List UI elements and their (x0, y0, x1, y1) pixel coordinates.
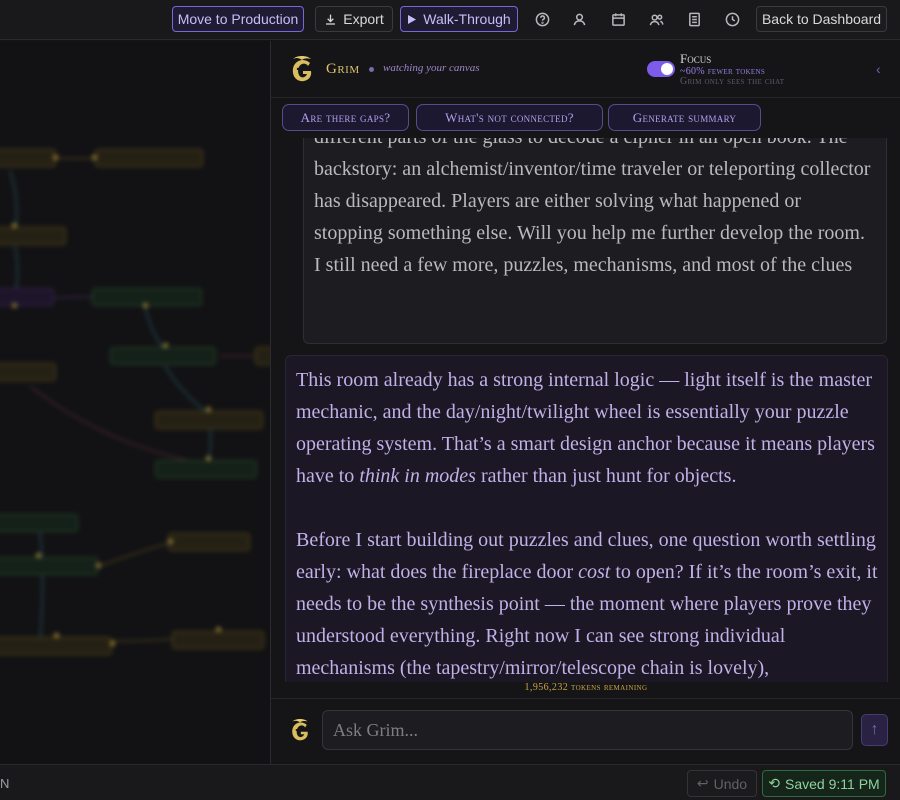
text-run: rather than just hunt for objects. (475, 465, 737, 487)
top-toolbar: Move to Production Export Walk-Through B… (0, 0, 900, 40)
back-to-dashboard-button[interactable]: Back to Dashboard (756, 6, 887, 32)
chip-label: What's not connected? (445, 109, 574, 125)
back-to-dashboard-label: Back to Dashboard (761, 11, 882, 27)
export-button[interactable]: Export (315, 6, 393, 32)
saved-status: ⟲ Saved 9:11 PM (762, 770, 886, 797)
chat-input-bar: ↑ (271, 698, 900, 764)
canvas-node (155, 411, 263, 429)
bottom-status-bar: N ↩ Undo ⟲ Saved 9:11 PM (0, 764, 900, 800)
assistant-panel: Grim watching your canvas Focus ~60% few… (270, 41, 900, 764)
saved-label: Saved 9:11 PM (785, 775, 880, 792)
assistant-message-text: This room already has a strong internal … (296, 364, 881, 682)
canvas-node (255, 347, 270, 365)
status-text: N (0, 776, 10, 791)
export-label: Export (343, 11, 384, 27)
download-icon (326, 14, 336, 25)
canvas-node (0, 149, 56, 167)
move-to-production-label: Move to Production (177, 11, 299, 27)
flow-canvas[interactable] (0, 41, 270, 764)
chevron-left-icon[interactable]: ‹ (876, 61, 881, 77)
chip-label: Are there gaps? (300, 109, 391, 125)
ask-grim-input[interactable] (322, 710, 853, 750)
help-icon[interactable] (533, 10, 551, 28)
user-message-text: different parts of the glass to decode a… (314, 138, 871, 276)
canvas-node (0, 363, 56, 381)
calendar-icon[interactable] (609, 10, 627, 28)
undo-label: Undo (713, 775, 748, 792)
canvas-node (0, 557, 98, 575)
document-icon[interactable] (685, 10, 703, 28)
focus-toggle[interactable] (647, 61, 675, 77)
grim-logo-icon (292, 719, 308, 741)
users-icon[interactable] (647, 10, 665, 28)
walkthrough-label: Walk-Through (423, 11, 511, 27)
assistant-paragraph: Before I start building out puzzles and … (296, 524, 881, 682)
send-button[interactable]: ↑ (861, 714, 888, 746)
canvas-node (110, 347, 216, 365)
refresh-icon: ⟲ (768, 775, 781, 791)
focus-title: Focus (680, 51, 712, 66)
play-icon (408, 14, 417, 24)
undo-icon: ↩ (696, 775, 709, 791)
status-dot (369, 67, 374, 72)
move-to-production-button[interactable]: Move to Production (172, 6, 304, 32)
assistant-paragraph: This room already has a strong internal … (296, 364, 881, 492)
canvas-node (168, 533, 250, 551)
user-message: different parts of the glass to decode a… (303, 138, 887, 344)
focus-subtext: Grim only sees the chat (680, 76, 785, 87)
user-icon[interactable] (570, 10, 588, 28)
chip-generate-summary[interactable]: Generate summary (608, 104, 761, 131)
canvas-node (0, 514, 78, 532)
assistant-name: Grim (326, 61, 360, 77)
canvas-node (95, 149, 203, 167)
assistant-header: Grim watching your canvas Focus ~60% few… (271, 41, 900, 98)
undo-button[interactable]: ↩ Undo (687, 770, 757, 797)
assistant-status: watching your canvas (383, 62, 480, 74)
arrow-up-icon: ↑ (870, 721, 879, 738)
canvas-node (172, 631, 264, 649)
message-list[interactable]: different parts of the glass to decode a… (271, 138, 900, 682)
chip-whats-not-connected[interactable]: What's not connected? (416, 104, 603, 131)
grim-logo-icon (292, 56, 312, 82)
canvas-node (0, 288, 54, 306)
canvas-node (0, 637, 112, 655)
assistant-message: This room already has a strong internal … (285, 355, 888, 682)
tokens-remaining: 1,956,232 tokens remaining (524, 682, 648, 693)
suggestion-chips: Are there gaps? What's not connected? Ge… (271, 98, 900, 138)
emphasis-text: think in modes (359, 465, 476, 487)
emphasis-text: cost (578, 561, 611, 583)
chip-label: Generate summary (632, 109, 737, 125)
chip-are-there-gaps[interactable]: Are there gaps? (282, 104, 409, 131)
clock-icon[interactable] (723, 10, 741, 28)
walkthrough-button[interactable]: Walk-Through (400, 6, 518, 32)
canvas-node (155, 460, 257, 478)
canvas-node (0, 227, 66, 245)
